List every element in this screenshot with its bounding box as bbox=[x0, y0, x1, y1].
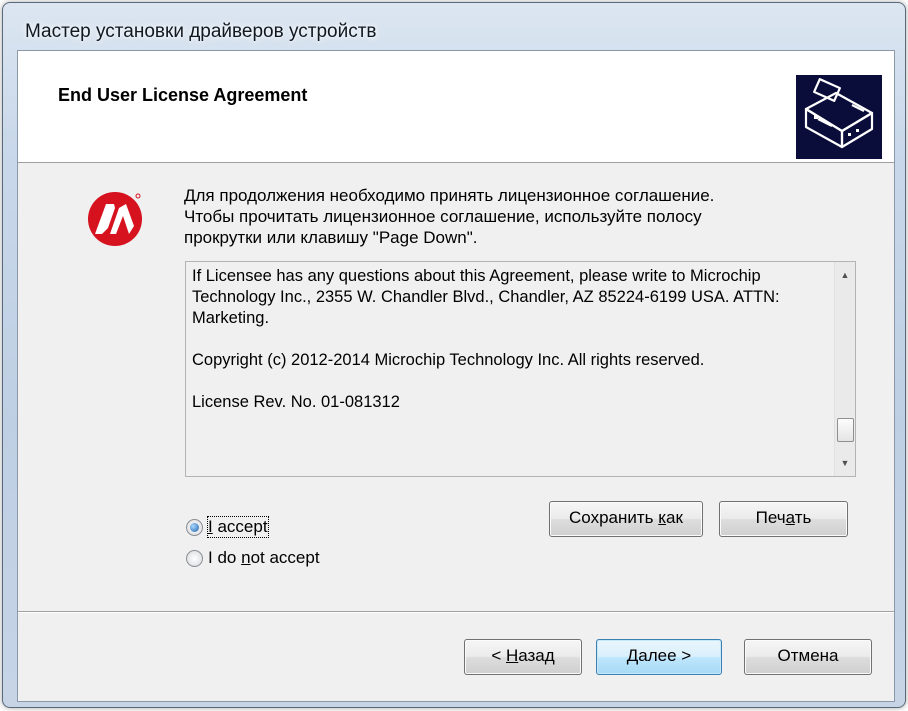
next-button[interactable]: Далее > bbox=[596, 639, 722, 675]
license-paragraph: Copyright (c) 2012-2014 Microchip Techno… bbox=[192, 351, 705, 369]
license-paragraph: If Licensee has any questions about this… bbox=[192, 267, 780, 327]
decline-accelerator: n bbox=[241, 548, 251, 567]
save-as-accelerator: к bbox=[658, 508, 667, 527]
scroll-thumb[interactable] bbox=[837, 418, 854, 442]
decline-label-pre: I do bbox=[208, 548, 242, 567]
accept-radio-label[interactable]: I accept bbox=[207, 516, 269, 538]
license-text: If Licensee has any questions about this… bbox=[192, 266, 818, 434]
back-accelerator: Н bbox=[505, 646, 519, 665]
accept-radio-button[interactable] bbox=[186, 519, 203, 536]
print-accelerator: а bbox=[785, 508, 795, 527]
instructions-text: Для продолжения необходимо принять лицен… bbox=[184, 185, 824, 248]
instructions-line: прокрутки или клавишу "Page Down". bbox=[184, 228, 478, 247]
decline-radio-label[interactable]: I do not accept bbox=[208, 548, 320, 568]
decline-label-rest: ot accept bbox=[250, 548, 320, 567]
instructions-line: Чтобы прочитать лицензионное соглашение,… bbox=[184, 207, 702, 226]
print-button[interactable]: Печать bbox=[719, 501, 848, 537]
vertical-scrollbar[interactable]: ▲ ▼ bbox=[834, 262, 855, 476]
wizard-content: End User License Agreement Для продолжен… bbox=[17, 50, 895, 702]
save-as-label-post: ак bbox=[666, 508, 683, 527]
decline-radio-button[interactable] bbox=[186, 550, 203, 567]
print-label-pre: Печ bbox=[755, 508, 786, 527]
footer-separator bbox=[18, 611, 894, 613]
back-button[interactable]: < Назад bbox=[464, 639, 582, 675]
microchip-logo-icon bbox=[86, 190, 144, 248]
window-title: Мастер установки драйверов устройств bbox=[25, 21, 377, 42]
back-label-post: азад bbox=[518, 646, 555, 665]
page-title: End User License Agreement bbox=[58, 85, 308, 105]
instructions-line: Для продолжения необходимо принять лицен… bbox=[184, 186, 715, 205]
title-bar[interactable]: Мастер установки драйверов устройств bbox=[9, 9, 895, 49]
cancel-button[interactable]: Отмена bbox=[744, 639, 872, 675]
back-label-pre: < bbox=[491, 646, 506, 665]
installer-window: Мастер установки драйверов устройств End… bbox=[2, 2, 906, 708]
print-label-post: ть bbox=[794, 508, 812, 527]
hardware-install-icon bbox=[796, 75, 882, 159]
accept-label-rest: accept bbox=[212, 517, 268, 536]
scroll-up-arrow-icon[interactable]: ▲ bbox=[835, 266, 855, 284]
license-textbox[interactable]: If Licensee has any questions about this… bbox=[185, 261, 856, 477]
save-as-button[interactable]: Сохранить как bbox=[549, 501, 703, 537]
scroll-down-arrow-icon[interactable]: ▼ bbox=[835, 454, 855, 472]
save-as-label-pre: Сохранить bbox=[569, 508, 659, 527]
license-paragraph: License Rev. No. 01-081312 bbox=[192, 393, 400, 411]
wizard-header: End User License Agreement bbox=[18, 51, 894, 163]
